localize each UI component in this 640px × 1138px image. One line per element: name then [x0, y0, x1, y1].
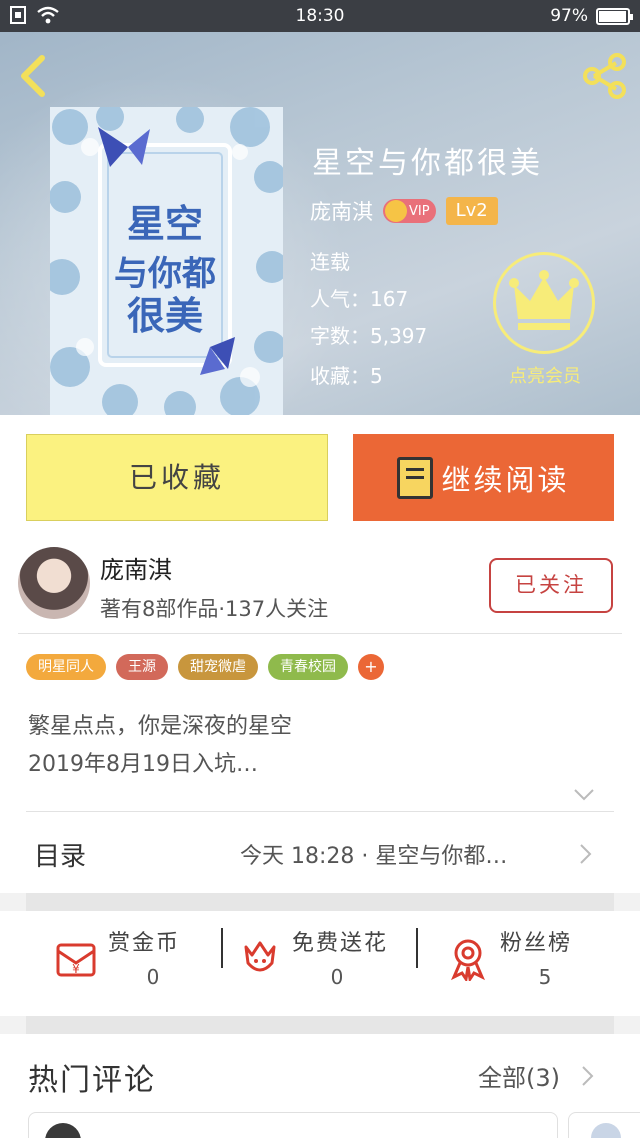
author-description: 著有8部作品·137人关注 [100, 597, 329, 621]
book-favorites: 收藏：5 [310, 364, 383, 388]
add-tag-button[interactable]: + [358, 654, 384, 680]
chevron-right-icon[interactable] [578, 842, 594, 866]
status-icons-right: 97% [550, 6, 633, 26]
medal-icon [451, 939, 485, 981]
red-envelope-icon: ¥ [56, 943, 96, 977]
flower-icon [244, 941, 276, 972]
divider [26, 811, 614, 812]
book-word-count: 字数：5,397 [310, 324, 428, 348]
toc-latest-chapter[interactable]: 今天 18:28 · 星空与你都… [240, 838, 507, 870]
fan-ranking-stat[interactable]: 粉丝榜 5 [444, 925, 604, 997]
continue-reading-label: 继续阅读 [441, 462, 570, 497]
intro-line: 繁星点点，你是深夜的星空 [28, 714, 293, 739]
book-author[interactable]: 庞南淇 [310, 196, 373, 226]
divider [221, 928, 223, 968]
follow-button[interactable]: 已关注 [489, 558, 613, 613]
chevron-right-icon[interactable] [580, 1064, 596, 1088]
free-flower-stat[interactable]: 免费送花 0 [236, 925, 406, 997]
comment-card[interactable] [568, 1112, 640, 1138]
battery-fill [599, 10, 627, 22]
tag-item[interactable]: 王源 [116, 654, 168, 680]
book-intro: 繁星点点，你是深夜的星空 2019年8月19日入坑… [28, 708, 292, 784]
battery-icon [596, 7, 633, 25]
stat-label: 免费送花 [292, 931, 389, 956]
vip-crown-icon [385, 200, 407, 222]
stat-value: 0 [330, 965, 344, 989]
status-bar: 18:30 97% [0, 0, 640, 32]
author-name[interactable]: 庞南淇 [100, 550, 172, 585]
member-button[interactable] [493, 252, 595, 354]
book-title: 星空与你都很美 [312, 146, 543, 181]
status-time: 18:30 [295, 6, 345, 26]
favorited-button[interactable]: 已收藏 [26, 434, 328, 521]
back-icon[interactable] [14, 54, 54, 98]
divider [416, 928, 418, 968]
book-status: 连载 [310, 250, 350, 274]
tag-list: 明星同人 王源 甜宠微虐 青春校园 + [26, 654, 384, 680]
divider [18, 633, 622, 634]
book-header: 18:30 97% 星空 与你都 很美 星空与你都很美 庞南淇 VIP Lv2 … [0, 0, 640, 415]
svg-text:很美: 很美 [127, 294, 203, 338]
section-gap [26, 893, 614, 911]
tag-item[interactable]: 甜宠微虐 [178, 654, 258, 680]
share-icon[interactable] [580, 52, 628, 100]
cover-title: 星空 [127, 202, 203, 246]
hot-comments-title: 热门评论 [28, 1063, 156, 1098]
commenter-avatar[interactable] [591, 1123, 621, 1138]
svg-text:与你都: 与你都 [114, 254, 216, 294]
crown-icon [509, 270, 579, 330]
vip-label: VIP [409, 203, 430, 219]
svg-text:¥: ¥ [72, 962, 80, 976]
tag-item[interactable]: 明星同人 [26, 654, 106, 680]
stat-value: 0 [146, 965, 160, 989]
level-badge: Lv2 [445, 197, 498, 225]
stat-value: 5 [538, 965, 552, 989]
reward-coin-stat[interactable]: ¥ 赏金币 0 [52, 925, 212, 997]
all-comments-link[interactable]: 全部(3) [478, 1058, 560, 1093]
battery-percent: 97% [550, 6, 588, 26]
vip-badge: VIP [383, 199, 436, 223]
book-popularity: 人气：167 [310, 287, 409, 311]
member-label: 点亮会员 [509, 366, 581, 387]
stat-label: 粉丝榜 [500, 931, 573, 956]
chevron-down-icon[interactable] [572, 785, 596, 805]
book-cover[interactable]: 星空 与你都 很美 [50, 107, 283, 415]
tag-item[interactable]: 青春校园 [268, 654, 348, 680]
stat-label: 赏金币 [108, 931, 181, 956]
comment-card[interactable] [28, 1112, 558, 1138]
book-icon [397, 456, 434, 499]
section-gap [26, 1016, 614, 1034]
author-badges: 庞南淇 VIP Lv2 [310, 196, 498, 226]
commenter-avatar[interactable] [45, 1123, 81, 1138]
continue-reading-button[interactable]: 继续阅读 [353, 434, 614, 521]
author-avatar[interactable] [18, 547, 90, 619]
toc-label[interactable]: 目录 [34, 836, 86, 873]
intro-line: 2019年8月19日入坑… [28, 752, 258, 777]
